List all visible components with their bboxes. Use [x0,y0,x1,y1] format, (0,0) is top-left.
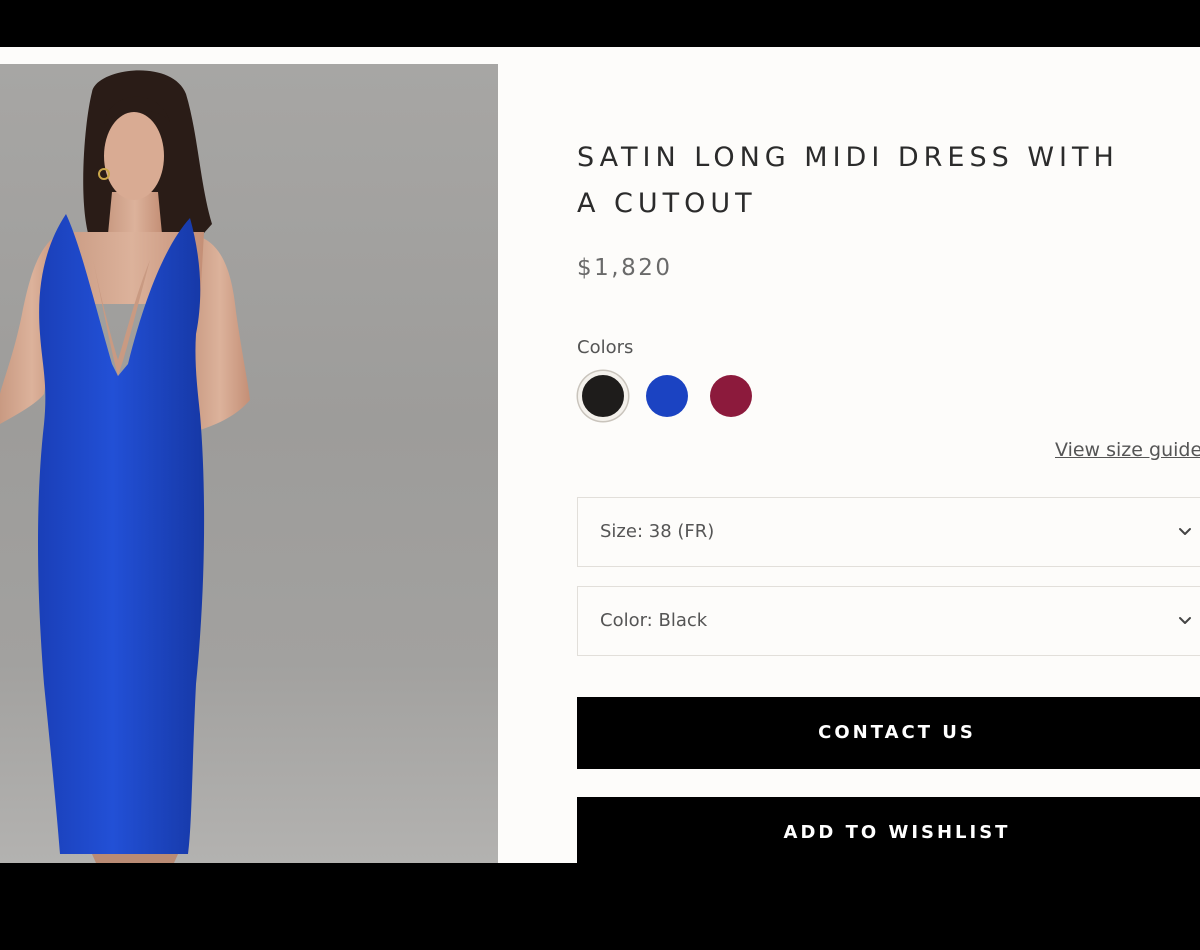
product-info-panel: SATIN LONG MIDI DRESS WITH A CUTOUT $1,8… [577,47,1200,863]
product-image[interactable] [0,64,498,863]
view-size-guide-link[interactable]: View size guide [1055,439,1200,461]
chevron-down-icon [1179,528,1191,535]
size-select[interactable]: Size: 38 (FR) [577,497,1200,567]
size-select-label: Size: 38 (FR) [600,521,715,542]
add-to-wishlist-button[interactable]: ADD TO WISHLIST [577,797,1200,863]
product-title: SATIN LONG MIDI DRESS WITH A CUTOUT [577,142,1119,219]
product-page: SATIN LONG MIDI DRESS WITH A CUTOUT $1,8… [0,47,1200,863]
color-swatch-blue[interactable] [646,375,688,417]
color-swatch-burgundy[interactable] [710,375,752,417]
colors-label: Colors [577,337,634,358]
color-select[interactable]: Color: Black [577,586,1200,656]
model-illustration [0,70,250,863]
color-swatch-black[interactable] [578,371,628,421]
color-swatches [578,370,774,422]
contact-us-button[interactable]: CONTACT US [577,697,1200,769]
chevron-down-icon [1179,617,1191,624]
screenshot-frame: SATIN LONG MIDI DRESS WITH A CUTOUT $1,8… [0,0,1200,950]
product-price: $1,820 [577,255,673,281]
color-select-label: Color: Black [600,610,708,631]
